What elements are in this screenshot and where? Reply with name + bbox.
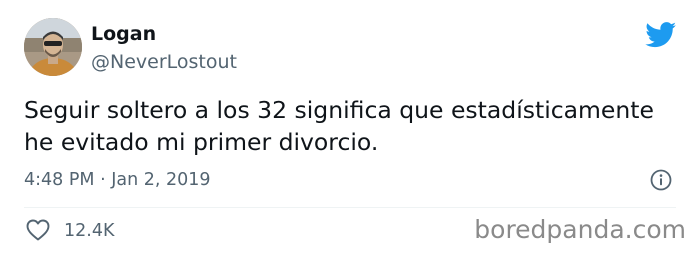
tweet-timestamp[interactable]: 4:48 PM · Jan 2, 2019 bbox=[24, 168, 211, 192]
like-count[interactable]: 12.4K bbox=[64, 219, 114, 243]
tweet-text-line-1: Seguir soltero a los 32 significa que es… bbox=[24, 96, 654, 124]
divider bbox=[24, 207, 676, 208]
avatar-image bbox=[24, 18, 82, 76]
tweet-card: Logan @NeverLostout Seguir soltero a los… bbox=[0, 0, 700, 257]
display-name[interactable]: Logan bbox=[91, 22, 156, 46]
tweet-text-line-2: he evitado mi primer divorcio. bbox=[24, 128, 379, 156]
user-handle[interactable]: @NeverLostout bbox=[91, 50, 237, 74]
avatar[interactable] bbox=[24, 18, 82, 76]
info-icon[interactable] bbox=[650, 169, 672, 191]
heart-icon[interactable] bbox=[26, 219, 50, 241]
twitter-bird-icon[interactable] bbox=[645, 22, 677, 48]
tweet-text: Seguir soltero a los 32 significa que es… bbox=[24, 94, 674, 158]
watermark: boredpanda.com bbox=[474, 215, 686, 244]
